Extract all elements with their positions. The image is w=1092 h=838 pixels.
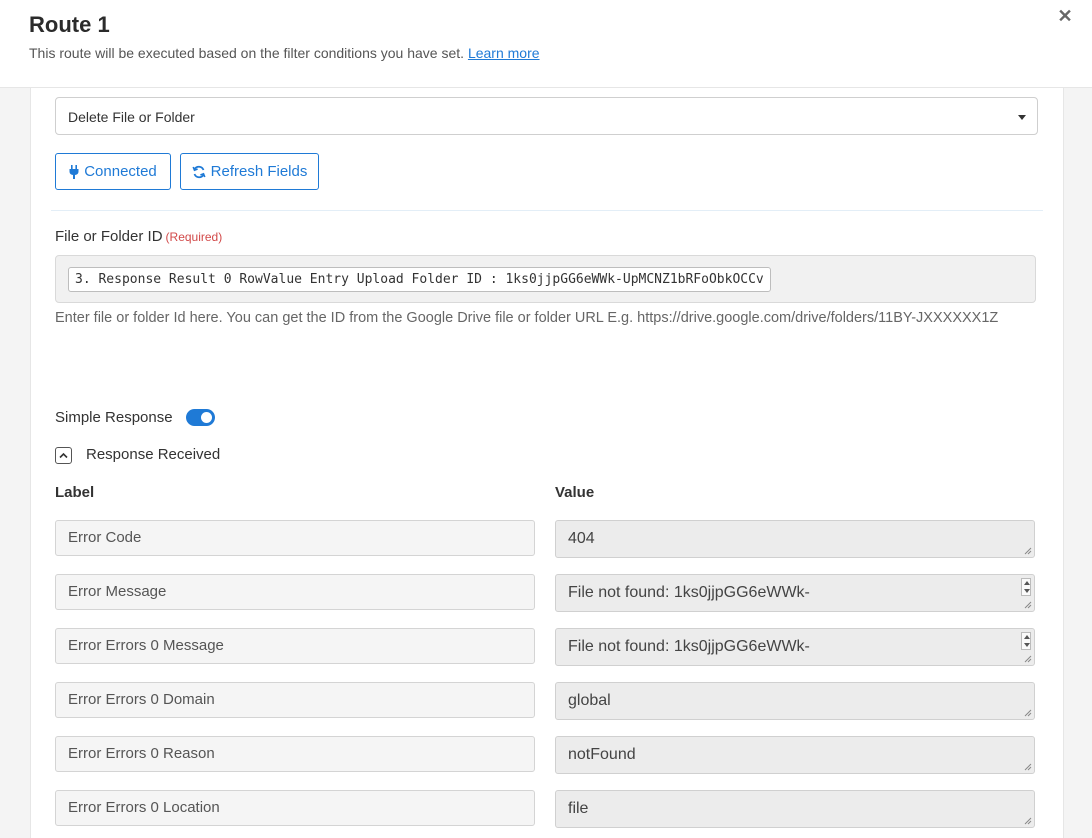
resize-grip-icon[interactable] xyxy=(1024,709,1032,717)
mapped-value-chip[interactable]: 3. Response Result 0 RowValue Entry Uplo… xyxy=(68,267,771,292)
refresh-fields-label: Refresh Fields xyxy=(210,163,308,180)
simple-response-toggle[interactable] xyxy=(186,409,215,426)
response-row-label: Error Errors 0 Message xyxy=(55,628,535,664)
resize-grip-icon[interactable] xyxy=(1024,547,1032,555)
file-folder-id-label-text: File or Folder ID xyxy=(55,228,163,245)
action-select[interactable]: Delete File or Folder xyxy=(55,97,1038,135)
route-header: Route 1 This route will be executed base… xyxy=(0,0,1092,88)
section-divider xyxy=(51,210,1043,211)
action-select-value: Delete File or Folder xyxy=(68,109,195,125)
response-row-value[interactable]: notFound xyxy=(555,736,1035,774)
chevron-up-icon xyxy=(59,452,68,459)
caret-down-icon xyxy=(1018,115,1026,120)
response-row-value-text: File not found: 1ks0jjpGG6eWWk- xyxy=(568,638,810,655)
response-row-value[interactable]: 404 xyxy=(555,520,1035,558)
resize-grip-icon[interactable] xyxy=(1024,817,1032,825)
resize-grip-icon[interactable] xyxy=(1024,763,1032,771)
connected-button-label: Connected xyxy=(84,163,157,180)
learn-more-link[interactable]: Learn more xyxy=(468,45,540,61)
resize-grip-icon[interactable] xyxy=(1024,601,1032,609)
scroll-spinner-icon[interactable] xyxy=(1021,632,1031,650)
plug-icon xyxy=(69,164,79,179)
response-row-value-text: File not found: 1ks0jjpGG6eWWk- xyxy=(568,584,810,601)
label-column-header: Label xyxy=(55,484,95,501)
scroll-spinner-icon[interactable] xyxy=(1021,578,1031,596)
file-folder-id-help: Enter file or folder Id here. You can ge… xyxy=(55,310,999,326)
simple-response-label: Simple Response xyxy=(55,409,173,426)
response-row-value[interactable]: global xyxy=(555,682,1035,720)
response-row-value-text: global xyxy=(568,692,611,709)
resize-grip-icon[interactable] xyxy=(1024,655,1032,663)
refresh-icon xyxy=(192,165,206,178)
route-body-panel xyxy=(30,88,1064,838)
toggle-knob xyxy=(201,412,212,423)
page-title: Route 1 xyxy=(29,12,110,37)
route-description-text: This route will be executed based on the… xyxy=(29,45,465,61)
response-row-label: Error Errors 0 Location xyxy=(55,790,535,826)
response-row-label: Error Errors 0 Domain xyxy=(55,682,535,718)
refresh-fields-button[interactable]: Refresh Fields xyxy=(180,153,319,190)
response-row-value[interactable]: file xyxy=(555,790,1035,828)
response-received-label: Response Received xyxy=(86,446,221,463)
response-row-value-text: file xyxy=(568,800,589,817)
response-row-label: Error Code xyxy=(55,520,535,556)
file-folder-id-input[interactable]: 3. Response Result 0 RowValue Entry Uplo… xyxy=(55,255,1036,303)
response-row-value-text: notFound xyxy=(568,746,636,763)
connected-button[interactable]: Connected xyxy=(55,153,171,190)
response-row-value[interactable]: File not found: 1ks0jjpGG6eWWk- xyxy=(555,574,1035,612)
value-column-header: Value xyxy=(555,484,595,501)
close-icon[interactable]: ✕ xyxy=(1055,6,1075,26)
response-row-label: Error Errors 0 Reason xyxy=(55,736,535,772)
collapse-response-button[interactable] xyxy=(55,447,72,464)
required-badge: (Required) xyxy=(165,230,223,244)
file-folder-id-label: File or Folder ID (Required) xyxy=(55,228,222,245)
route-description: This route will be executed based on the… xyxy=(29,45,540,61)
response-row-label: Error Message xyxy=(55,574,535,610)
response-row-value-text: 404 xyxy=(568,530,595,547)
response-row-value[interactable]: File not found: 1ks0jjpGG6eWWk- xyxy=(555,628,1035,666)
